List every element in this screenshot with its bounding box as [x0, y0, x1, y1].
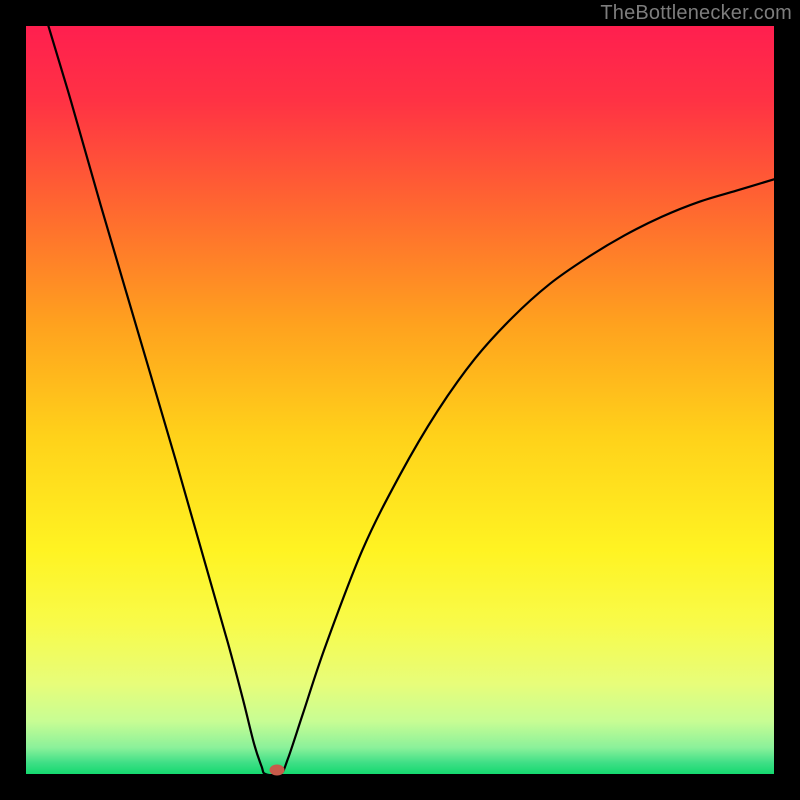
- chart-frame: TheBottlenecker.com: [0, 0, 800, 800]
- watermark-text: TheBottlenecker.com: [600, 2, 792, 25]
- plot-background: [26, 26, 774, 774]
- bottleneck-plot: [26, 26, 774, 774]
- minimum-marker: [269, 765, 284, 776]
